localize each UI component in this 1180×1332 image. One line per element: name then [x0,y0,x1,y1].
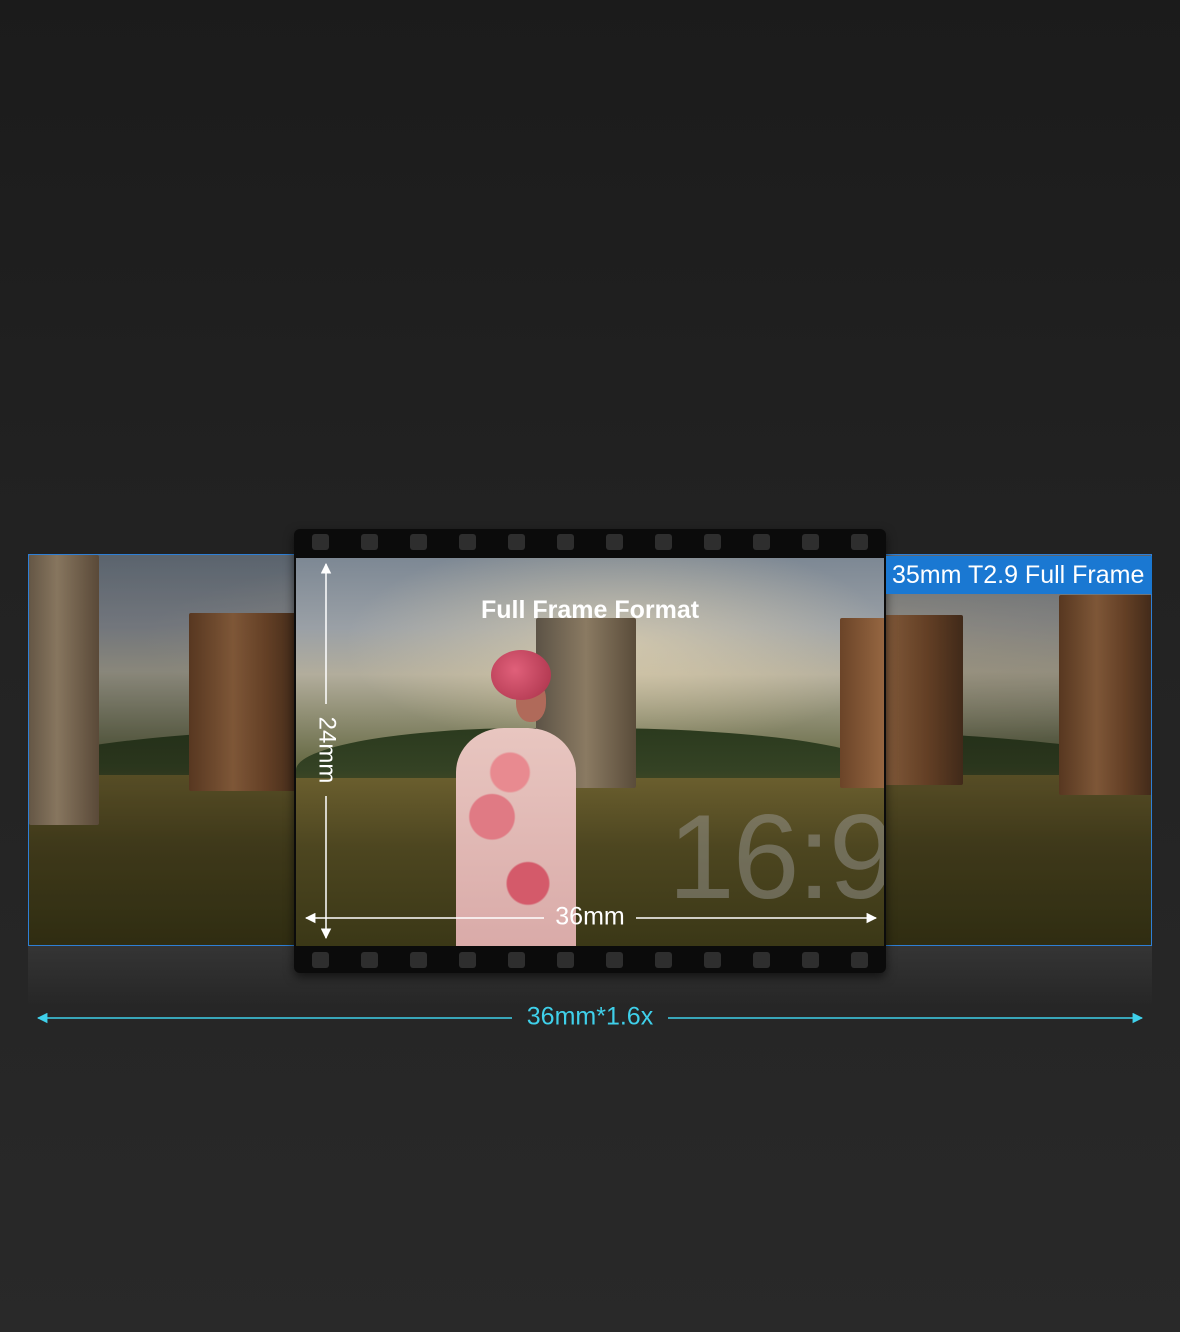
height-label: 24mm [314,717,341,784]
wide-width-label: 36mm*1.6x [527,1003,654,1031]
width-label: 36mm [555,903,624,931]
dimension-overlay: 24mm 36mm 36mm*1.6x [36,562,1144,1031]
sensor-format-diagram: Full Frame Format 16:9 35mm T2.9 Full Fr… [0,0,1180,1332]
